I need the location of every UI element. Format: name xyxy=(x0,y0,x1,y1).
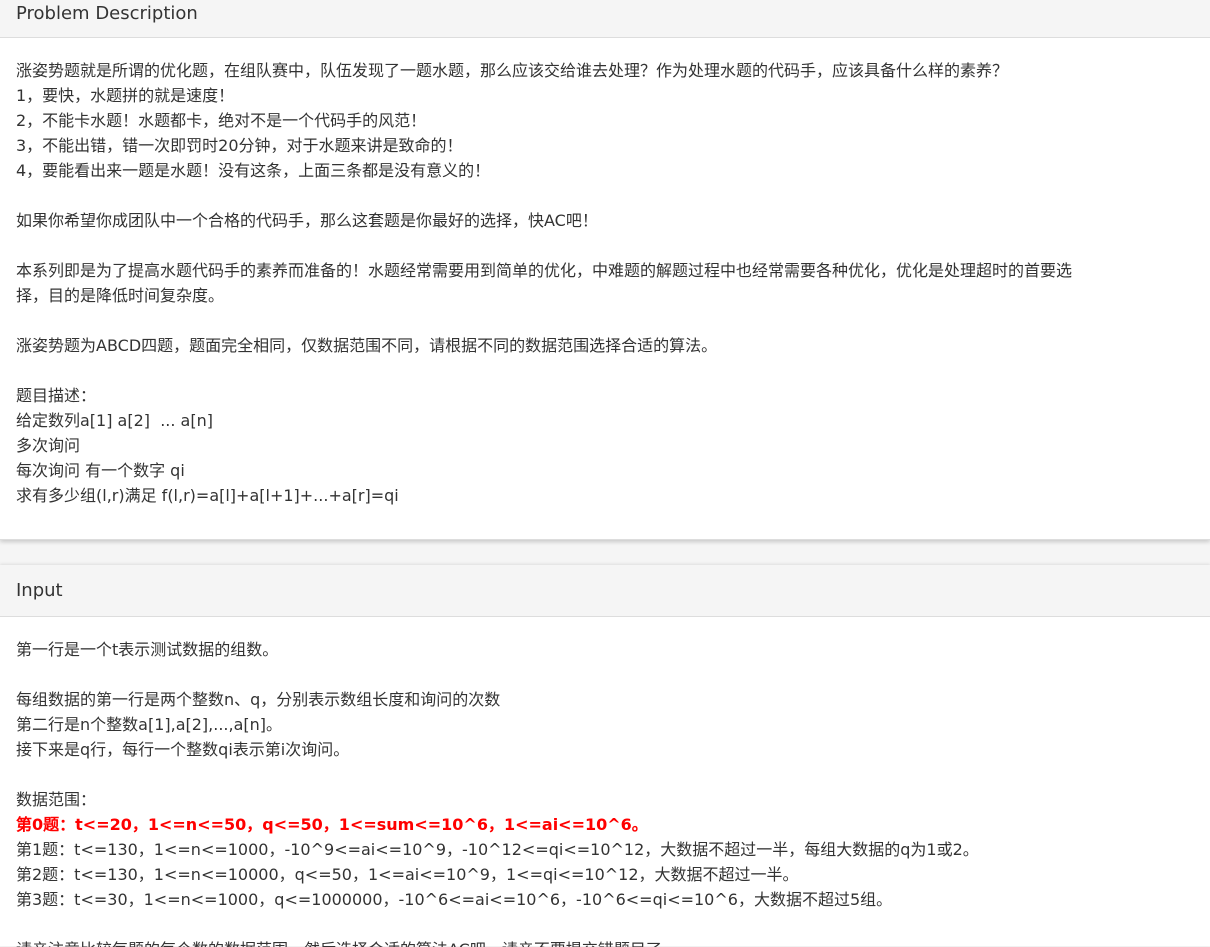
input-line: 第一行是一个t表示测试数据的组数。 xyxy=(16,640,279,659)
problem-line: 1，要快，水题拼的就是速度！ xyxy=(16,86,235,105)
problem-line: 求有多少组(l,r)满足 f(l,r)=a[l]+a[l+1]+...+a[r]… xyxy=(16,486,399,505)
problem-line: 如果你希望你成团队中一个合格的代码手，那么这套题是你最好的选择，快AC吧！ xyxy=(16,211,598,230)
range-line: 第2题：t<=130，1<=n<=10000，q<=50，1<=ai<=10^9… xyxy=(16,865,799,884)
problem-description-heading: Problem Description xyxy=(0,0,1210,38)
problem-line: 本系列即是为了提高水题代码手的素养而准备的！水题经常需要用到简单的优化，中难题的… xyxy=(16,261,1073,280)
problem-line: 择，目的是降低时间复杂度。 xyxy=(16,286,225,305)
input-line: 接下来是q行，每行一个整数qi表示第i次询问。 xyxy=(16,740,350,759)
problem-line: 涨姿势题就是所谓的优化题，在组队赛中，队伍发现了一题水题，那么应该交给谁去处理？… xyxy=(16,61,1009,80)
problem-line: 多次询问 xyxy=(16,436,81,455)
range-line: 第3题：t<=30，1<=n<=1000，q<=1000000，-10^6<=a… xyxy=(16,890,893,909)
problem-line: 3，不能出错，错一次即罚时20分钟，对于水题来讲是致命的！ xyxy=(16,136,463,155)
problem-line: 给定数列a[1] a[2] ... a[n] xyxy=(16,411,213,430)
input-line: 第二行是n个整数a[1],a[2],...,a[n]。 xyxy=(16,715,283,734)
problem-description-panel: Problem Description 涨姿势题就是所谓的优化题，在组队赛中，队… xyxy=(0,0,1210,540)
problem-line: 4，要能看出来一题是水题！没有这条，上面三条都是没有意义的！ xyxy=(16,161,491,180)
problem-line: 涨姿势题为ABCD四题，题面完全相同，仅数据范围不同，请根据不同的数据范围选择合… xyxy=(16,336,718,355)
range-line: 第1题：t<=130，1<=n<=1000，-10^9<=ai<=10^9，-1… xyxy=(16,840,979,859)
problem-line: 2，不能卡水题！水题都卡，绝对不是一个代码手的风范！ xyxy=(16,111,427,130)
problem-line: 每次询问 有一个数字 qi xyxy=(16,461,185,480)
input-body: 第一行是一个t表示测试数据的组数。 每组数据的第一行是两个整数n、q，分别表示数… xyxy=(0,617,1210,947)
range-highlight: 第0题：t<=20，1<=n<=50，q<=50，1<=sum<=10^6，1<… xyxy=(16,815,648,834)
input-line: 每组数据的第一行是两个整数n、q，分别表示数组长度和询问的次数 xyxy=(16,690,501,709)
problem-description-body: 涨姿势题就是所谓的优化题，在组队赛中，队伍发现了一题水题，那么应该交给谁去处理？… xyxy=(0,38,1210,508)
input-panel: Input 第一行是一个t表示测试数据的组数。 每组数据的第一行是两个整数n、q… xyxy=(0,565,1210,947)
input-line: 数据范围： xyxy=(16,790,97,809)
input-heading: Input xyxy=(0,565,1210,617)
problem-line: 题目描述： xyxy=(16,386,97,405)
